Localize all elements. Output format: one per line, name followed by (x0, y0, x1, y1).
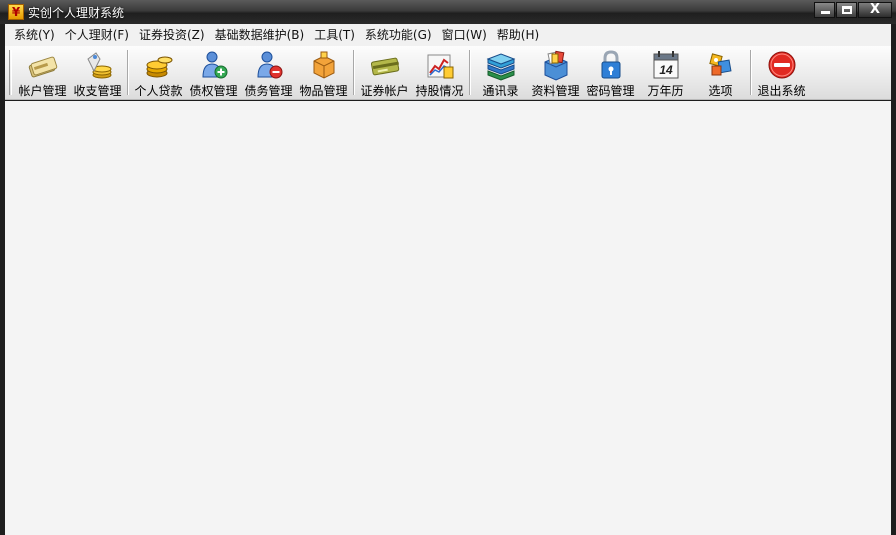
securities-account-button[interactable]: 证券帐户 (357, 46, 412, 99)
holdings-button[interactable]: 持股情况 (412, 46, 467, 99)
minimize-icon (821, 11, 830, 14)
menu-system-functions[interactable]: 系统功能(G) (360, 25, 437, 45)
maximize-icon (842, 6, 852, 14)
calendar-day: 14 (659, 63, 673, 77)
close-icon: X (869, 2, 881, 17)
options-icon (708, 53, 732, 76)
window-title: 实创个人理财系统 (28, 5, 125, 20)
data-management-button[interactable]: 资料管理 (528, 46, 583, 99)
app-yen-icon[interactable]: ¥ (8, 4, 24, 20)
exit-icon (768, 51, 795, 79)
toolbar-separator (469, 50, 471, 95)
address-book-icon (486, 53, 515, 81)
toolbar-label: 退出系统 (757, 84, 806, 98)
toolbar-separator (127, 50, 129, 95)
main-window: ¥ 实创个人理财系统 X 系统(Y) 个人理财(F) 证券投资(Z) 基础数据维… (0, 0, 896, 535)
account-management-button[interactable]: 帐户管理 (15, 46, 70, 99)
toolbar-label: 密码管理 (586, 84, 635, 98)
toolbar-label: 万年历 (647, 84, 684, 98)
menu-securities[interactable]: 证券投资(Z) (134, 25, 210, 45)
income-expense-button[interactable]: 收支管理 (70, 46, 125, 99)
toolbar: 帐户管理 收支管理 个人贷款 债权管理 债务管理 物品管理 证券帐户 持股情况 … (5, 46, 891, 100)
lock-icon (601, 50, 620, 79)
toolbar-label: 资料管理 (531, 84, 580, 98)
user-remove-icon (256, 51, 282, 79)
calendar-button[interactable]: 14 万年历 (638, 46, 693, 99)
toolbar-label: 证券帐户 (360, 84, 409, 98)
toolbar-grip[interactable] (9, 50, 12, 95)
toolbar-label: 个人贷款 (134, 84, 183, 98)
menu-tools[interactable]: 工具(T) (309, 25, 360, 45)
stock-chart-icon (427, 54, 453, 79)
address-book-button[interactable]: 通讯录 (473, 46, 528, 99)
document-box-icon (544, 50, 567, 81)
close-button[interactable]: X (858, 2, 892, 18)
menu-system[interactable]: 系统(Y) (9, 25, 60, 45)
goods-management-button[interactable]: 物品管理 (296, 46, 351, 99)
menu-personal-finance[interactable]: 个人理财(F) (60, 25, 134, 45)
exit-system-button[interactable]: 退出系统 (754, 46, 809, 99)
toolbar-separator (750, 50, 752, 95)
account-card-icon (28, 56, 57, 78)
mdi-client-area[interactable] (5, 101, 891, 535)
menu-bar: 系统(Y) 个人理财(F) 证券投资(Z) 基础数据维护(B) 工具(T) 系统… (5, 24, 891, 46)
menu-base-data[interactable]: 基础数据维护(B) (210, 25, 310, 45)
income-expense-icon (86, 52, 111, 79)
menu-help[interactable]: 帮助(H) (492, 25, 544, 45)
creditor-management-button[interactable]: 债权管理 (186, 46, 241, 99)
toolbar-label: 持股情况 (415, 84, 464, 98)
coins-icon (146, 56, 172, 78)
debt-management-button[interactable]: 债务管理 (241, 46, 296, 99)
box-icon (313, 51, 334, 79)
toolbar-label: 债务管理 (244, 84, 293, 98)
toolbar-label: 选项 (708, 84, 733, 98)
title-bar[interactable]: ¥ 实创个人理财系统 X (0, 0, 896, 24)
toolbar-label: 物品管理 (299, 84, 348, 98)
maximize-button[interactable] (836, 2, 857, 18)
toolbar-separator (353, 50, 355, 95)
toolbar-label: 债权管理 (189, 84, 238, 98)
toolbar-label: 通讯录 (482, 84, 519, 98)
window-controls: X (814, 2, 892, 18)
user-add-icon (201, 51, 227, 79)
options-button[interactable]: 选项 (693, 46, 748, 99)
personal-loan-button[interactable]: 个人贷款 (131, 46, 186, 99)
securities-card-icon (370, 57, 399, 76)
password-management-button[interactable]: 密码管理 (583, 46, 638, 99)
toolbar-label: 帐户管理 (18, 84, 67, 98)
minimize-button[interactable] (814, 2, 835, 18)
toolbar-label: 收支管理 (73, 84, 122, 98)
menu-window[interactable]: 窗口(W) (437, 25, 492, 45)
calendar-icon: 14 (653, 51, 678, 79)
